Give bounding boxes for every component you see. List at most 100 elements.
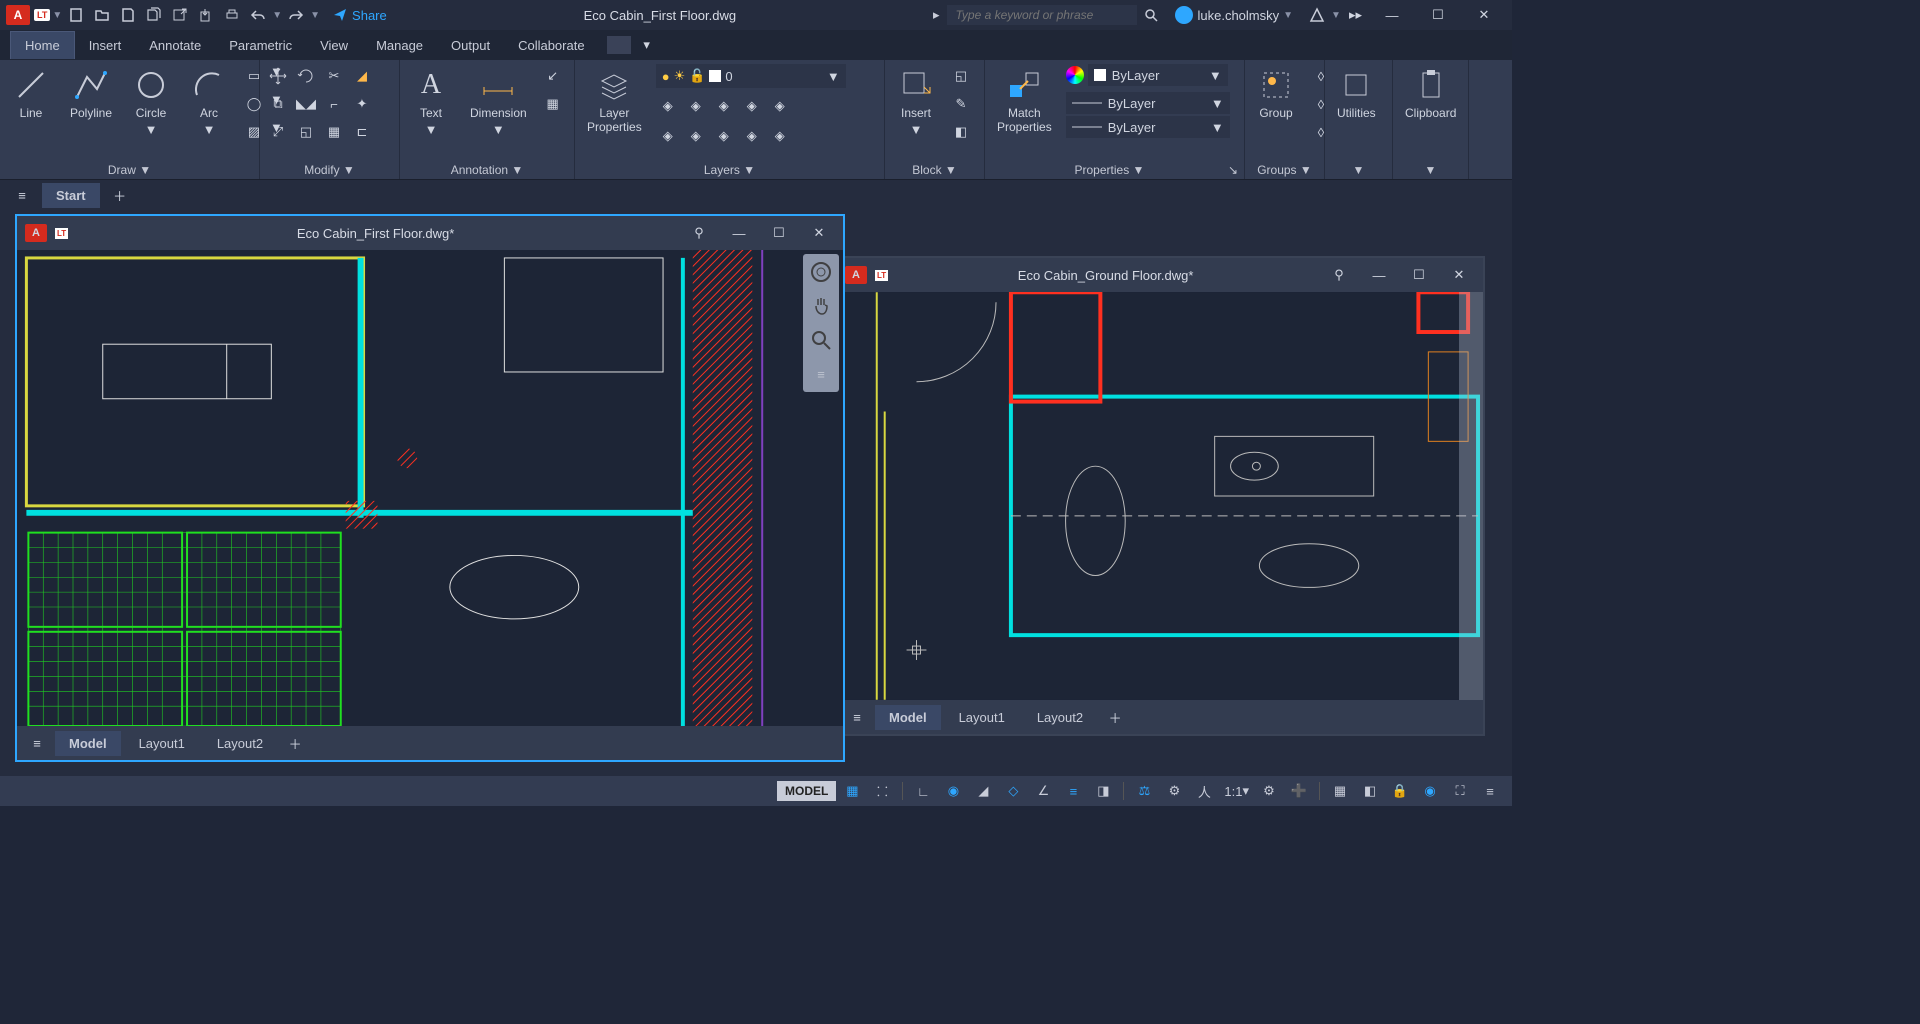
move-icon[interactable] xyxy=(266,64,290,88)
layer-lock-toggle-icon[interactable]: ◈ xyxy=(712,94,736,118)
minimize-button[interactable]: — xyxy=(1370,1,1414,29)
workspace-switch-icon[interactable]: ⚙ xyxy=(1255,779,1283,803)
tab-output[interactable]: Output xyxy=(437,32,504,59)
linetype-selector[interactable]: ByLayer▼ xyxy=(1066,116,1230,138)
pan-icon[interactable] xyxy=(807,292,835,320)
utilities-button[interactable]: Utilities xyxy=(1331,64,1382,122)
edit-attr-icon[interactable]: ◧ xyxy=(949,120,973,144)
text-button[interactable]: AText▼ xyxy=(406,64,456,139)
close-icon[interactable]: ✕ xyxy=(1443,263,1475,287)
doc-menu-icon[interactable]: ≡ xyxy=(8,183,36,207)
panel-annotation-label[interactable]: Annotation ▼ xyxy=(406,161,568,179)
color-picker-icon[interactable] xyxy=(1066,66,1084,84)
arc-button[interactable]: Arc▼ xyxy=(184,64,234,139)
explode-icon[interactable]: ✦ xyxy=(350,92,374,116)
offset-icon[interactable]: ⊏ xyxy=(350,120,374,144)
autodesk-app-icon[interactable] xyxy=(1305,4,1329,26)
doc-canvas-2[interactable] xyxy=(837,292,1483,700)
new-icon[interactable] xyxy=(64,4,88,26)
pin-icon[interactable]: ⚲ xyxy=(683,221,715,245)
layer-unlock-icon[interactable]: ◈ xyxy=(768,124,792,148)
layer-freeze-icon[interactable]: ◈ xyxy=(684,94,708,118)
save-web-icon[interactable] xyxy=(194,4,218,26)
tab-manage[interactable]: Manage xyxy=(362,32,437,59)
doc-window-1[interactable]: A LT Eco Cabin_First Floor.dwg* ⚲ — ☐ ✕ xyxy=(15,214,845,762)
annoscale-icon[interactable]: ⚖ xyxy=(1130,779,1158,803)
lineweight-icon[interactable]: ≡ xyxy=(1059,779,1087,803)
units-icon[interactable]: ▦ xyxy=(1326,779,1354,803)
erase-icon[interactable]: ◢ xyxy=(350,64,374,88)
minimize-icon[interactable]: — xyxy=(723,221,755,245)
dimension-button[interactable]: Dimension▼ xyxy=(464,64,533,139)
grid-toggle-icon[interactable]: ▦ xyxy=(838,779,866,803)
tab-insert[interactable]: Insert xyxy=(75,32,136,59)
layout-tab-model[interactable]: Model xyxy=(55,731,121,756)
new-layout-icon[interactable]: ＋ xyxy=(281,731,309,755)
print-icon[interactable] xyxy=(220,4,244,26)
close-icon[interactable]: ✕ xyxy=(803,221,835,245)
new-tab-button[interactable]: ＋ xyxy=(106,183,134,207)
close-button[interactable]: ✕ xyxy=(1462,1,1506,29)
layer-off-icon[interactable]: ◈ xyxy=(656,94,680,118)
layout-tab-layout1[interactable]: Layout1 xyxy=(945,705,1019,730)
start-tab[interactable]: Start xyxy=(42,183,100,208)
viewcube-strip[interactable] xyxy=(1459,292,1483,700)
panel-modify-label[interactable]: Modify ▼ xyxy=(266,161,393,179)
annotation-monitor-icon[interactable]: ➕ xyxy=(1285,779,1313,803)
layer-properties-button[interactable]: Layer Properties xyxy=(581,64,648,137)
mirror-icon[interactable]: ◣◢ xyxy=(294,92,318,116)
ortho-icon[interactable]: ∟ xyxy=(909,779,937,803)
open-icon[interactable] xyxy=(90,4,114,26)
tab-home[interactable]: Home xyxy=(10,31,75,59)
panel-properties-label[interactable]: Properties ▼ ↘ xyxy=(991,161,1238,179)
full-nav-wheel-icon[interactable] xyxy=(807,258,835,286)
panel-layers-label[interactable]: Layers ▼ xyxy=(581,161,878,179)
group-button[interactable]: Group xyxy=(1251,64,1301,122)
nav-more-icon[interactable]: ≡ xyxy=(807,360,835,388)
layout-menu-icon[interactable]: ≡ xyxy=(23,731,51,755)
layout-tab-layout1[interactable]: Layout1 xyxy=(125,731,199,756)
transparency-icon[interactable]: ◨ xyxy=(1089,779,1117,803)
isolate-icon[interactable]: ◉ xyxy=(1416,779,1444,803)
color-selector[interactable]: ByLayer▼ xyxy=(1088,64,1228,86)
ribbon-options-icon[interactable]: ▾ xyxy=(635,33,659,57)
featured-apps-icon[interactable] xyxy=(607,36,631,54)
snap-icon[interactable]: ⸬ xyxy=(868,779,896,803)
lock-ui-icon[interactable]: 🔒 xyxy=(1386,779,1414,803)
leader-icon[interactable]: ↙ xyxy=(541,64,565,88)
annovisible-icon[interactable]: ⚙ xyxy=(1160,779,1188,803)
osnap-icon[interactable]: ◇ xyxy=(999,779,1027,803)
layer-selector[interactable]: ● ☀ 🔓 0 ▼ xyxy=(656,64,846,88)
minimize-icon[interactable]: — xyxy=(1363,263,1395,287)
saveall-icon[interactable] xyxy=(142,4,166,26)
create-block-icon[interactable]: ◱ xyxy=(949,64,973,88)
layer-isolate-icon[interactable]: ◈ xyxy=(712,124,736,148)
polyline-button[interactable]: Polyline xyxy=(64,64,118,122)
layout-tab-model[interactable]: Model xyxy=(875,705,941,730)
layout-tab-layout2[interactable]: Layout2 xyxy=(1023,705,1097,730)
panel-utilities-label[interactable]: ▼ xyxy=(1331,161,1386,179)
insert-button[interactable]: Insert▼ xyxy=(891,64,941,139)
panel-draw-label[interactable]: Draw ▼ xyxy=(6,161,253,179)
customize-status-icon[interactable]: ≡ xyxy=(1476,779,1504,803)
circle-button[interactable]: Circle▼ xyxy=(126,64,176,139)
panel-block-label[interactable]: Block ▼ xyxy=(891,161,978,179)
quickprops-icon[interactable]: ◧ xyxy=(1356,779,1384,803)
stretch-icon[interactable]: ⤢ xyxy=(266,120,290,144)
tab-collaborate[interactable]: Collaborate xyxy=(504,32,599,59)
polar-icon[interactable]: ◉ xyxy=(939,779,967,803)
undo-dropdown[interactable]: ▼ xyxy=(272,10,282,21)
isodraft-icon[interactable]: ◢ xyxy=(969,779,997,803)
layer-iso-icon[interactable]: ◈ xyxy=(768,94,792,118)
model-space-button[interactable]: MODEL xyxy=(777,781,836,801)
tab-annotate[interactable]: Annotate xyxy=(135,32,215,59)
tab-view[interactable]: View xyxy=(306,32,362,59)
share-button[interactable]: Share xyxy=(332,7,387,23)
line-button[interactable]: Line xyxy=(6,64,56,122)
scale-icon[interactable]: ◱ xyxy=(294,120,318,144)
annoauto-icon[interactable]: 人 xyxy=(1190,779,1218,803)
tab-parametric[interactable]: Parametric xyxy=(215,32,306,59)
match-properties-button[interactable]: Match Properties xyxy=(991,64,1058,137)
layer-thaw-icon[interactable]: ◈ xyxy=(740,124,764,148)
scale-value[interactable]: 1:1 ▾ xyxy=(1220,779,1253,803)
